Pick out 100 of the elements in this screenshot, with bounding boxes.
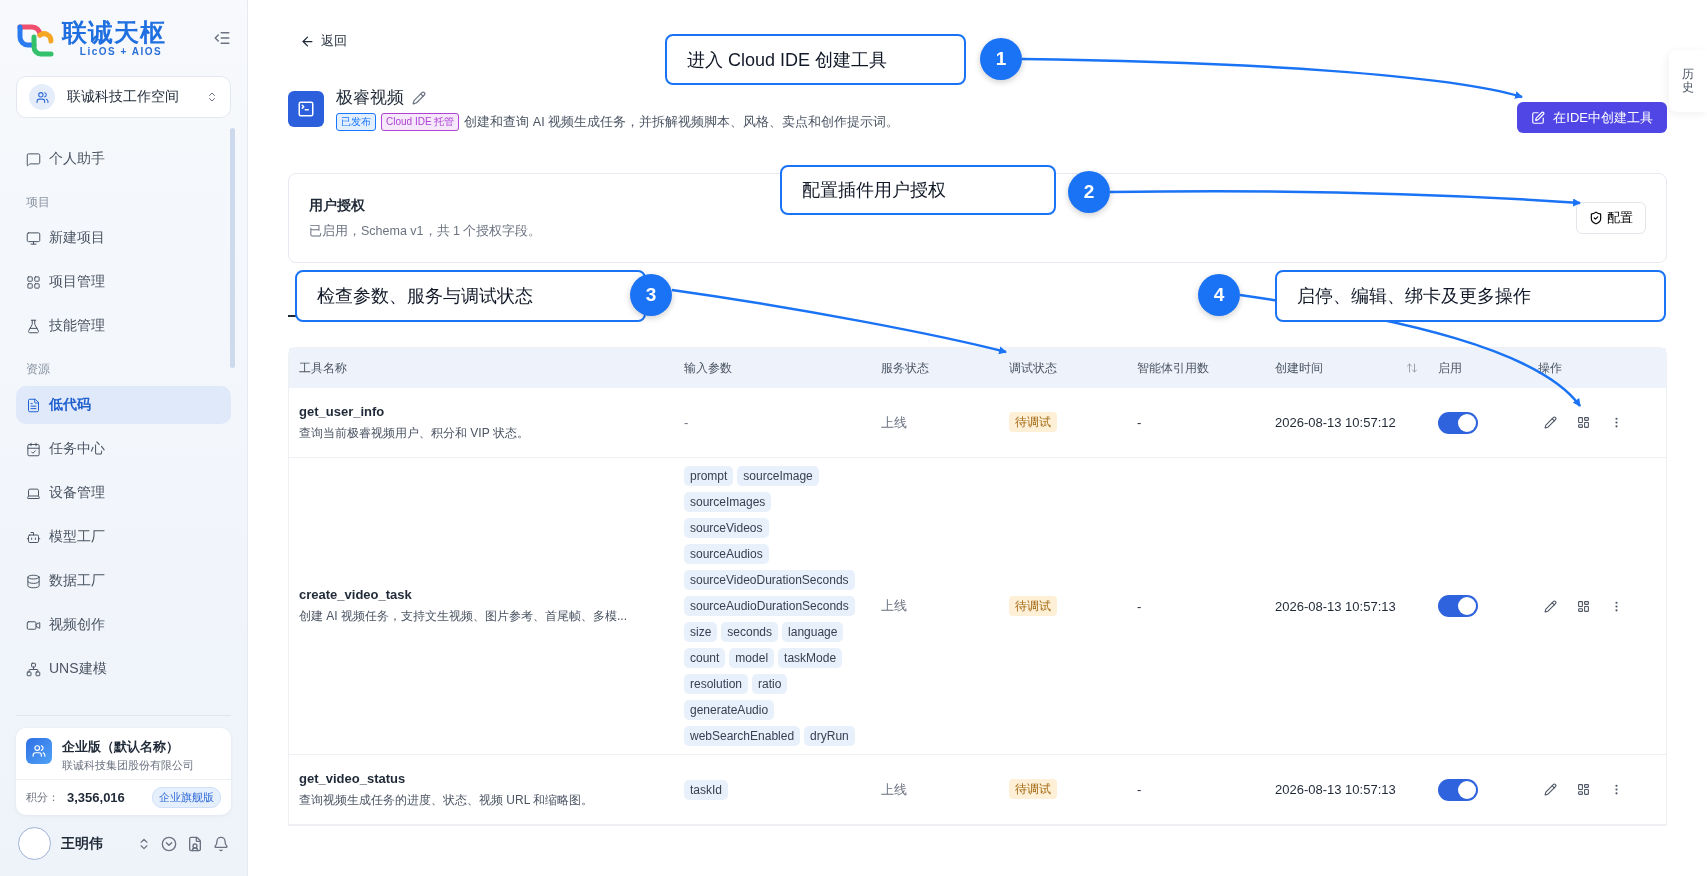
column-header: 调试状态	[1008, 359, 1058, 377]
sidebar-item[interactable]: UNS建模	[16, 650, 231, 688]
param-tag: seconds	[721, 622, 779, 642]
service-status: 上线	[881, 781, 907, 797]
enable-toggle[interactable]	[1438, 411, 1478, 434]
sidebar-item[interactable]: 视频创作	[16, 606, 231, 644]
auth-title: 用户授权	[309, 196, 365, 215]
table-cell: -	[1137, 598, 1142, 614]
tool-description: 查询视频生成任务的进度、状态、视频 URL 和缩略图。	[299, 791, 595, 809]
grid-icon	[26, 274, 41, 290]
auth-summary: 已启用，Schema v1，共 1 个授权字段。	[309, 222, 542, 240]
service-status: 上线	[881, 598, 907, 613]
edit-icon[interactable]	[1544, 783, 1557, 796]
document-icon	[26, 397, 41, 413]
param-tag: model	[729, 648, 775, 668]
param-tag: sourceImages	[684, 492, 772, 512]
grid-icon[interactable]	[1577, 416, 1590, 429]
create-in-ide-button[interactable]: 在IDE中创建工具	[1517, 102, 1667, 133]
enable-toggle[interactable]	[1438, 595, 1478, 617]
configure-button[interactable]: 配置	[1576, 202, 1646, 234]
created-time: 2026-08-13 10:57:13	[1275, 598, 1396, 614]
network-icon	[26, 661, 41, 677]
callout-box: 配置插件用户授权	[780, 165, 1056, 215]
monitor-icon	[26, 230, 41, 246]
column-header: 服务状态	[880, 359, 930, 377]
param-tag: count	[684, 648, 726, 668]
bell-icon[interactable]	[213, 835, 229, 852]
param-tag: language	[782, 622, 844, 642]
document-icon[interactable]	[187, 835, 203, 852]
column-header: 输入参数	[683, 359, 733, 377]
param-tag: ratio	[752, 674, 788, 694]
flask-icon	[26, 318, 41, 334]
status-tag: 已发布	[336, 113, 376, 131]
table-cell: -	[1137, 782, 1142, 797]
tool-name: create_video_task	[299, 587, 413, 602]
debug-status-tag: 待调试	[1009, 412, 1057, 432]
step-number: 3	[630, 274, 672, 316]
sidebar-item[interactable]: 任务中心	[16, 430, 231, 468]
company-name: 联诚科技集团股份有限公司	[62, 758, 194, 773]
brand-name: 联诚天枢	[62, 18, 166, 47]
tool-name: get_video_status	[299, 770, 407, 786]
updown-caret-icon	[206, 91, 218, 103]
plugin-title: 极睿视频	[336, 87, 404, 109]
param-tag: dryRun	[804, 726, 855, 746]
grid-icon[interactable]	[1577, 599, 1590, 613]
terminal-icon	[288, 90, 324, 127]
edit-icon[interactable]	[1544, 416, 1557, 429]
callout-box: 启停、编辑、绑卡及更多操作	[1275, 270, 1666, 322]
table-cell: -	[684, 415, 689, 430]
sort-icon[interactable]	[1406, 362, 1418, 374]
param-tag: sourceImage	[737, 466, 819, 486]
column-header[interactable]: 创建时间	[1265, 359, 1428, 377]
collapse-sidebar-icon[interactable]	[213, 29, 231, 47]
org-icon	[26, 738, 52, 764]
edit-icon[interactable]	[1544, 599, 1557, 613]
created-time: 2026-08-13 10:57:12	[1275, 415, 1396, 430]
param-tag: sourceVideos	[684, 518, 769, 538]
param-tag: taskMode	[778, 648, 843, 668]
created-time: 2026-08-13 10:57:13	[1275, 782, 1396, 797]
param-tag: generateAudio	[684, 700, 775, 720]
column-header: 工具名称	[298, 359, 348, 377]
calendar-icon	[26, 441, 41, 457]
param-tag: sourceAudios	[684, 544, 769, 564]
param-tag: resolution	[684, 674, 749, 694]
edit-icon[interactable]	[412, 90, 426, 105]
param-tag: webSearchEnabled	[684, 726, 801, 746]
workspace-avatar-icon	[29, 84, 55, 110]
sidebar-item[interactable]: 个人助手	[16, 140, 231, 178]
sidebar-item[interactable]: 模型工厂	[16, 518, 231, 556]
scrollbar-thumb[interactable]	[230, 128, 235, 368]
laptop-icon	[26, 485, 41, 501]
back-link[interactable]: 返回	[300, 28, 347, 54]
workspace-selector[interactable]: 联诚科技工作空间	[16, 76, 231, 118]
sidebar-item[interactable]: 技能管理	[16, 307, 231, 345]
sidebar-item[interactable]: 设备管理	[16, 474, 231, 512]
column-header: 启用	[1437, 359, 1463, 377]
param-tag: sourceAudioDurationSeconds	[684, 596, 855, 616]
param-tag: prompt	[684, 466, 734, 486]
history-tab[interactable]: 历史	[1669, 50, 1707, 112]
circle-chevron-icon[interactable]	[161, 835, 177, 852]
column-header: 操作	[1537, 359, 1563, 377]
table-cell: -	[1137, 415, 1142, 430]
step-number: 4	[1198, 274, 1240, 316]
brand-tagline: LicOS + AIOS	[78, 46, 163, 58]
debug-status-tag: 待调试	[1009, 779, 1057, 799]
column-header: 智能体引用数	[1136, 359, 1210, 377]
sidebar-item[interactable]: 项目管理	[16, 263, 231, 301]
sidebar-item[interactable]: 低代码	[16, 386, 231, 424]
param-tag: taskId	[684, 779, 728, 800]
chat-icon	[26, 151, 41, 167]
database-icon	[26, 573, 41, 589]
service-status: 上线	[881, 414, 907, 430]
grid-icon[interactable]	[1577, 783, 1590, 796]
user-name: 王明伟	[61, 834, 104, 853]
enable-toggle[interactable]	[1438, 778, 1478, 801]
sidebar-item[interactable]: 数据工厂	[16, 562, 231, 600]
tool-description: 查询当前极睿视频用户、积分和 VIP 状态。	[299, 424, 530, 442]
sidebar-item[interactable]: 新建项目	[16, 219, 231, 257]
pen-square-icon	[1531, 110, 1546, 125]
tool-description: 创建 AI 视频任务，支持文生视频、图片参考、首尾帧、多模...	[299, 608, 628, 625]
